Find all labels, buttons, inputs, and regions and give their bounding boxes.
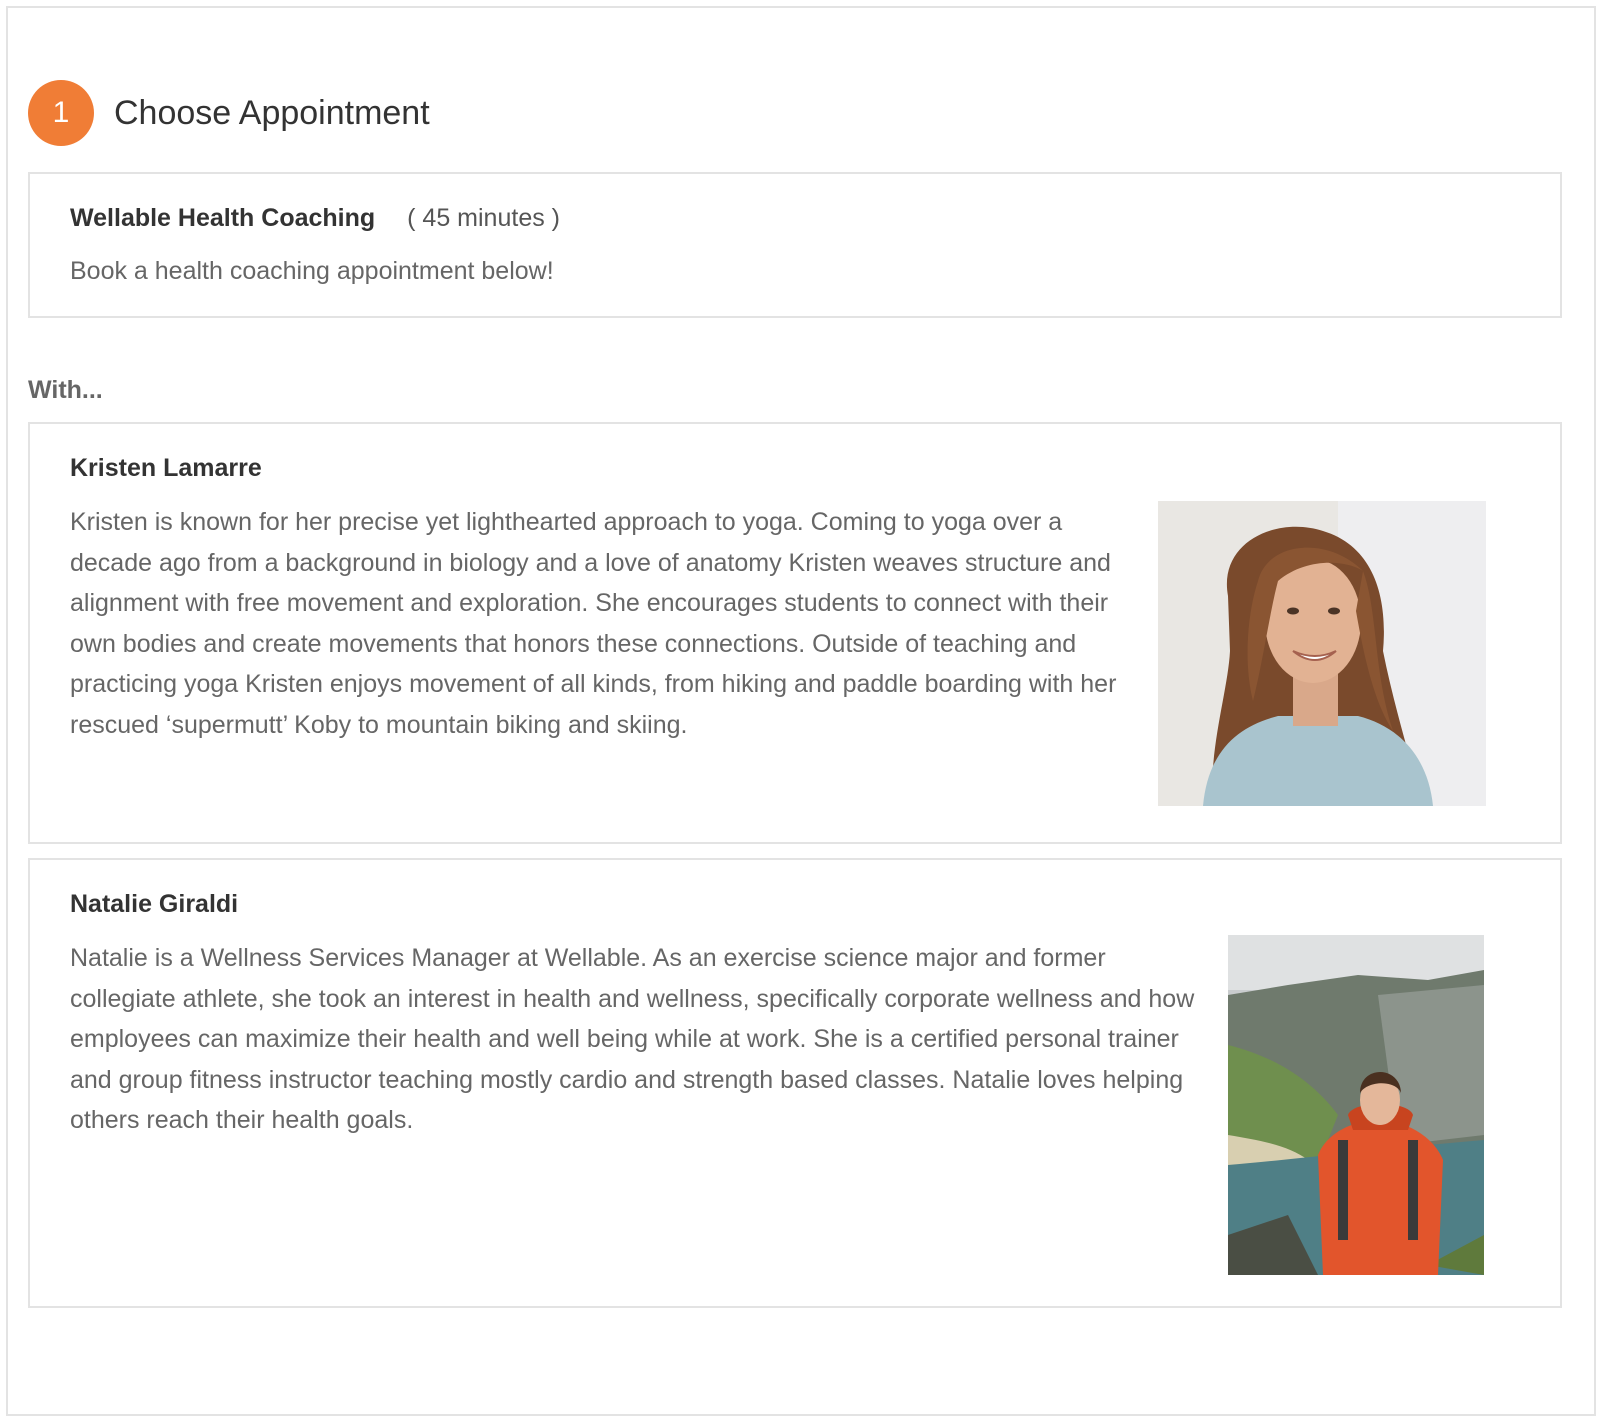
service-description: Book a health coaching appointment below… xyxy=(70,257,554,285)
coach-name: Natalie Giraldi xyxy=(70,890,239,918)
step-title: Choose Appointment xyxy=(114,93,430,132)
with-label: With... xyxy=(28,376,103,404)
step-number-badge: 1 xyxy=(28,80,94,146)
coach-bio: Kristen is known for her precise yet lig… xyxy=(70,508,1117,739)
service-name: Wellable Health Coaching xyxy=(70,204,376,232)
coach-photo xyxy=(1158,501,1486,806)
coach-name: Kristen Lamarre xyxy=(70,454,262,482)
coach-card-natalie-giraldi[interactable]: Natalie Giraldi Natalie is a Wellness Se… xyxy=(28,858,1562,1308)
coach-bio: Natalie is a Wellness Services Manager a… xyxy=(70,944,1195,1134)
coach-photo xyxy=(1228,935,1484,1275)
step-header: 1 Choose Appointment xyxy=(28,80,430,146)
coach-card-kristen-lamarre[interactable]: Kristen Lamarre Kristen is known for her… xyxy=(28,422,1562,844)
service-card[interactable]: Wellable Health Coaching ( 45 minutes ) … xyxy=(28,172,1562,318)
service-duration: ( 45 minutes ) xyxy=(407,204,560,232)
